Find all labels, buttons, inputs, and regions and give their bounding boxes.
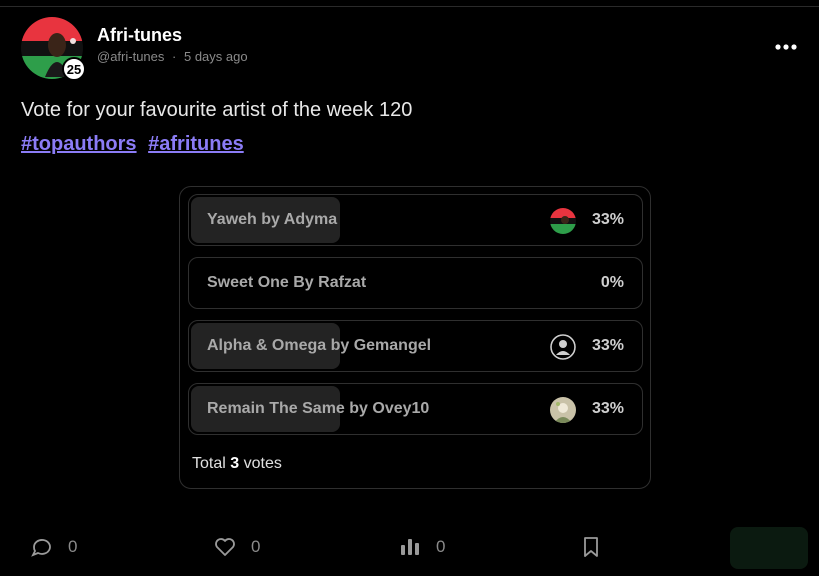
author-name[interactable]: Afri-tunes (97, 25, 182, 46)
poll-option-percent: 33% (591, 337, 624, 354)
poll-option-percent: 0% (600, 274, 624, 291)
bar-chart-icon (401, 539, 419, 555)
comment-icon (31, 539, 51, 557)
views-button[interactable]: 0 (398, 535, 445, 559)
comment-count: 0 (68, 537, 78, 556)
tag-list: #topauthors #afritunes (21, 133, 250, 156)
heart-icon (215, 538, 235, 556)
level-badge: 25 (62, 57, 86, 81)
like-count: 0 (251, 537, 261, 556)
tag-link[interactable]: #topauthors (21, 133, 137, 155)
tag-link[interactable]: #afritunes (148, 133, 244, 155)
views-count: 0 (436, 537, 446, 556)
bookmark-icon (584, 537, 598, 557)
total-prefix: Total (192, 455, 226, 472)
poll-option-label: Alpha & Omega by Gemangel (207, 337, 432, 354)
total-suffix: votes (243, 455, 282, 472)
poll-option[interactable]: Yaweh by Adyma 33% (188, 194, 643, 246)
poll-option-label: Sweet One By Rafzat (207, 274, 367, 291)
post-text: Vote for your favourite artist of the we… (21, 99, 413, 121)
more-options-button[interactable] (772, 36, 800, 58)
poll-option-label: Yaweh by Adyma (207, 211, 338, 228)
poll-option-percent: 33% (591, 211, 624, 228)
poll-option-percent: 33% (591, 400, 624, 417)
poll-total: Total 3 votes (192, 455, 282, 473)
poll-option-label: Remain The Same by Ovey10 (207, 400, 430, 417)
comment-button[interactable]: 0 (30, 535, 77, 559)
meta-separator: · (172, 49, 177, 64)
poll-option[interactable]: Sweet One By Rafzat 0% (188, 257, 643, 309)
poll-option[interactable]: Alpha & Omega by Gemangel 33% (188, 320, 643, 372)
photo-avatar-icon (550, 397, 576, 423)
bookmark-button[interactable] (579, 535, 603, 559)
poll: Yaweh by Adyma 33% Sweet One By Rafzat 0… (179, 186, 651, 489)
top-divider (0, 6, 819, 7)
red-green-flag-avatar-icon (550, 208, 576, 234)
user-icon (550, 334, 576, 360)
ellipsis-icon (775, 44, 797, 50)
total-count: 3 (230, 455, 240, 472)
like-button[interactable]: 0 (213, 535, 260, 559)
post-time: 5 days ago (183, 49, 248, 64)
author-handle[interactable]: @afri-tunes (97, 49, 164, 64)
action-button[interactable] (730, 527, 808, 569)
author-meta: @afri-tunes · 5 days ago (97, 49, 252, 64)
poll-option[interactable]: Remain The Same by Ovey10 33% (188, 383, 643, 435)
